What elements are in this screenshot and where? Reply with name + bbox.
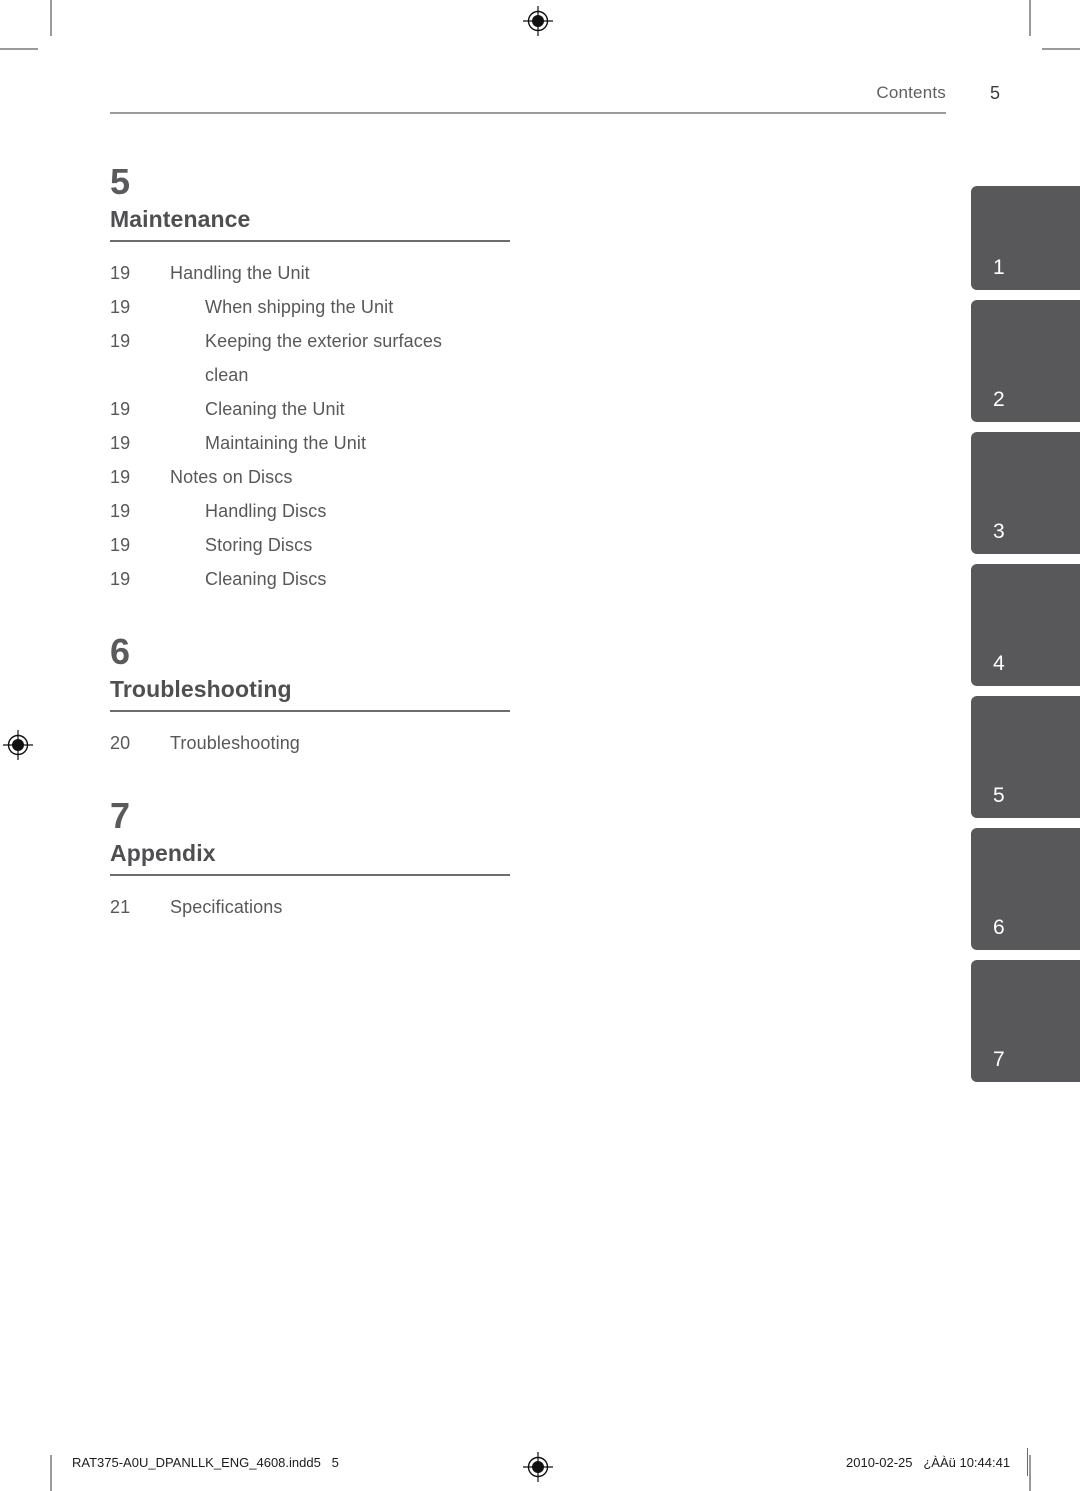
registration-mark-left-middle [3,730,33,760]
side-tab[interactable]: 6 [971,828,1080,950]
footer-timestamp: 2010-02-25 ¿ÀÀü 10:44:41 [846,1455,1011,1470]
running-header-label: Contents [876,83,946,102]
toc-entry-page: 19 [110,297,131,317]
toc-entry[interactable]: 19 Storing Discs [110,528,530,562]
toc-entry[interactable]: 19 Handling Discs [110,494,530,528]
toc-entry-page: 19 [110,569,131,589]
section-title: Troubleshooting [110,674,510,712]
toc-entry-title: Handling Discs [205,501,327,521]
side-tab-number: 7 [993,1048,1005,1071]
toc-section: 7 Appendix 21 Specifications [110,794,530,924]
running-header: Contents 5 [110,78,1051,118]
toc-entry-title: Notes on Discs [170,467,293,487]
toc-entry[interactable]: 19 Keeping the exterior surfaces [110,324,530,358]
toc-entry-title: Keeping the exterior surfaces [205,331,443,351]
section-title: Appendix [110,838,510,876]
crop-mark-top-left-vertical [50,0,52,36]
side-tab[interactable]: 2 [971,300,1080,422]
crop-mark-top-right-horizontal [1042,48,1080,50]
toc-entry[interactable]: clean [110,358,530,392]
toc-entry-title: clean [205,365,249,385]
toc-entry-list: 21 Specifications [110,890,530,924]
toc-entry-title: Storing Discs [205,535,313,555]
crop-mark-top-right-vertical [1029,0,1031,36]
toc-entry-title: When shipping the Unit [205,297,394,317]
side-tab-number: 6 [993,916,1005,939]
toc-entry[interactable]: 19 Cleaning the Unit [110,392,530,426]
toc-entry-title: Cleaning the Unit [205,399,345,419]
toc-section: 5 Maintenance 19 Handling the Unit 19 When sh… [110,160,530,596]
toc-entry-page: 19 [110,263,131,283]
toc-entry-title: Troubleshooting [170,733,300,753]
side-tab-number: 2 [993,388,1005,411]
toc-entry-page: 20 [110,733,131,753]
toc-entry-list: 19 Handling the Unit 19 When shipping the U… [110,256,530,596]
toc-entry[interactable]: 19 Handling the Unit [110,256,530,290]
toc-entry[interactable]: 19 Maintaining the Unit [110,426,530,460]
footer-divider [1027,1448,1028,1476]
toc-entry[interactable]: 19 Cleaning Discs [110,562,530,596]
section-number: 5 [110,161,131,202]
toc-entry-page: 19 [110,399,131,419]
running-header-rule: Contents [110,78,946,114]
side-tab[interactable]: 7 [971,960,1080,1082]
toc-entry-page: 19 [110,501,131,521]
footer-filename: RAT375-A0U_DPANLLK_ENG_4608.indd5 5 [72,1455,339,1470]
side-tab-number: 4 [993,652,1005,675]
toc-entry[interactable]: 20 Troubleshooting [110,726,530,760]
toc-entry-page: 19 [110,433,131,453]
side-tab-number: 5 [993,784,1005,807]
toc-section: 6 Troubleshooting 20 Troubleshooting [110,630,530,760]
side-tab-number: 3 [993,520,1005,543]
toc-entry-title: Maintaining the Unit [205,433,367,453]
side-tab-number: 1 [993,256,1005,279]
section-title: Maintenance [110,204,510,242]
table-of-contents: 5 Maintenance 19 Handling the Unit 19 When sh… [110,160,530,924]
toc-entry[interactable]: 21 Specifications [110,890,530,924]
toc-entry-list: 20 Troubleshooting [110,726,530,760]
toc-entry-title: Specifications [170,897,283,917]
toc-entry-page: 21 [110,897,131,917]
section-number: 6 [110,631,131,672]
page-number: 5 [990,83,1001,103]
toc-entry[interactable]: 19 Notes on Discs [110,460,530,494]
side-tab[interactable]: 1 [971,186,1080,290]
section-number: 7 [110,795,131,836]
registration-mark-top-center [523,6,553,36]
toc-entry[interactable]: 19 When shipping the Unit [110,290,530,324]
crop-mark-top-left-horizontal [0,48,38,50]
manual-page: Contents 5 5 Maintenance 19 Handling the Un… [0,0,1080,1491]
toc-entry-page: 19 [110,331,131,351]
side-tab-index: 1 2 3 4 5 6 7 [971,186,1080,1092]
print-footer: RAT375-A0U_DPANLLK_ENG_4608.indd5 5 2010… [0,1448,1080,1482]
toc-entry-title: Cleaning Discs [205,569,327,589]
toc-entry-title: Handling the Unit [170,263,310,283]
side-tab[interactable]: 5 [971,696,1080,818]
toc-entry-page: 19 [110,467,131,487]
side-tab[interactable]: 3 [971,432,1080,554]
side-tab[interactable]: 4 [971,564,1080,686]
toc-entry-page: 19 [110,535,131,555]
